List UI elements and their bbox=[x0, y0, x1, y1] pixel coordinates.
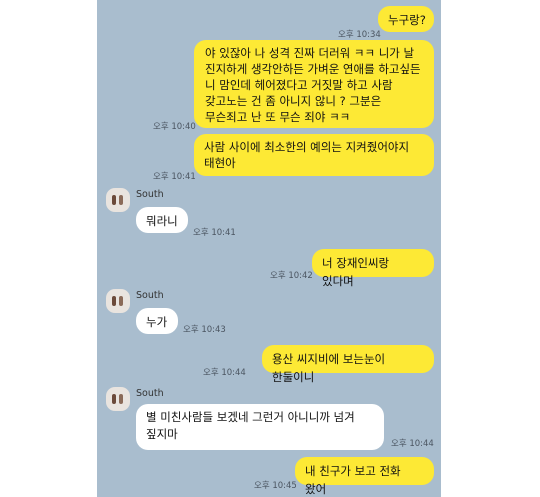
message-time: 오후 10:34 bbox=[338, 30, 381, 40]
message-bubble-sent[interactable]: 야 있잖아 나 성격 진짜 더러워 ㅋㅋ 니가 날 진지하게 생각안하든 가벼운… bbox=[194, 40, 434, 128]
message-bubble-sent[interactable]: 누구랑? bbox=[378, 6, 434, 32]
message-bubble-sent[interactable]: 너 장재인씨랑 있다며 bbox=[312, 249, 434, 288]
sender-name: South bbox=[136, 189, 164, 200]
sender-name: South bbox=[136, 388, 164, 399]
message-time: 오후 10:45 bbox=[254, 481, 297, 491]
message-bubble-received[interactable]: 별 미친사람들 보겠네 그런거 아니니까 넘겨 짚지마 bbox=[136, 404, 384, 450]
message-time: 오후 10:41 bbox=[193, 228, 236, 238]
message-bubble-sent[interactable]: 내 친구가 보고 전화 왔어 bbox=[295, 457, 434, 496]
message-bubble-sent[interactable]: 사람 사이에 최소한의 예의는 지켜줬어야지 태현아 bbox=[194, 134, 434, 176]
chat-window[interactable]: 누구랑? 오후 10:34 야 있잖아 나 성격 진짜 더러워 ㅋㅋ 니가 날 … bbox=[97, 0, 441, 497]
message-bubble-received[interactable]: 뭐라니 bbox=[136, 207, 188, 233]
message-time: 오후 10:41 bbox=[153, 172, 196, 182]
avatar[interactable] bbox=[106, 289, 130, 313]
message-bubble-received[interactable]: 누가 bbox=[136, 308, 178, 334]
message-bubble-sent[interactable]: 용산 씨지비에 보는눈이 한둘이니 bbox=[262, 345, 434, 384]
avatar[interactable] bbox=[106, 387, 130, 411]
sender-name: South bbox=[136, 290, 164, 301]
message-time: 오후 10:44 bbox=[203, 368, 246, 378]
avatar[interactable] bbox=[106, 188, 130, 212]
message-time: 오후 10:44 bbox=[391, 439, 434, 449]
message-time: 오후 10:42 bbox=[270, 271, 313, 281]
message-time: 오후 10:40 bbox=[153, 122, 196, 132]
message-time: 오후 10:43 bbox=[183, 325, 226, 335]
